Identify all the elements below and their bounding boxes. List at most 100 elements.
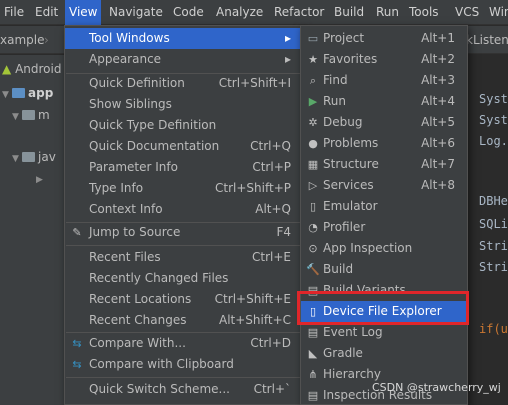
menu-item-label: Tool Windows	[89, 31, 170, 45]
chevron-down-icon: ▼	[12, 154, 19, 164]
menu-item-appearance[interactable]: Appearance ▸	[65, 49, 301, 70]
tree-label-m: m	[38, 108, 50, 122]
breadcrumb-separator-icon: ›	[44, 33, 49, 47]
tool-window-gradle[interactable]: ◣ Gradle	[301, 343, 467, 364]
menu-item-shortcut: Alt+Shift+C	[218, 313, 291, 327]
submenu-arrow-icon: ▸	[284, 31, 291, 45]
code-line: Syst	[479, 92, 508, 106]
tool-window-run[interactable]: ▶ Run Alt+4	[301, 91, 467, 112]
menu-item-type-info[interactable]: Type Info Ctrl+Shift+P	[65, 178, 301, 199]
chevron-down-icon: ▼	[2, 90, 9, 100]
tool-window-problems[interactable]: ● Problems Alt+6	[301, 133, 467, 154]
breadcrumb-item-right1[interactable]: kListen	[466, 26, 508, 54]
menu-item-label: Type Info	[89, 181, 144, 195]
folder-icon	[22, 152, 35, 162]
menu-item-label: Run	[323, 94, 347, 108]
menu-code[interactable]: Code	[169, 0, 208, 25]
menu-item-label: Build	[323, 262, 354, 276]
menu-item-label: Compare with Clipboard	[89, 357, 234, 371]
menu-item-compare-with-clipboard[interactable]: ⇆ Compare with Clipboard	[65, 354, 301, 375]
bug-icon: ✲	[308, 116, 318, 129]
star-icon: ★	[308, 53, 318, 66]
tool-window-profiler[interactable]: ◔ Profiler	[301, 217, 467, 238]
breadcrumb-item-left[interactable]: xample	[0, 26, 44, 54]
menu-tools[interactable]: Tools	[405, 0, 443, 25]
menu-vcs[interactable]: VCS	[451, 0, 483, 25]
project-view-label: Android	[15, 62, 62, 76]
menu-run[interactable]: Run	[372, 0, 403, 25]
menu-view[interactable]: View	[65, 0, 102, 25]
menu-build[interactable]: Build	[330, 0, 368, 25]
menu-item-recent-files[interactable]: Recent Files Ctrl+E	[65, 247, 301, 268]
menu-item-recently-changed-files[interactable]: Recently Changed Files	[65, 268, 301, 289]
menu-item-compare-with[interactable]: ⇆ Compare With... Ctrl+D	[65, 333, 301, 354]
menu-item-label: Favorites	[323, 52, 378, 66]
chevron-right-icon: ▶	[36, 175, 43, 185]
menu-item-show-siblings[interactable]: Show Siblings	[65, 94, 301, 115]
menu-item-recent-changes[interactable]: Recent Changes Alt+Shift+C	[65, 310, 301, 331]
code-line: Log.	[479, 134, 508, 148]
gradle-icon: ◣	[308, 347, 318, 360]
compare-icon: ⇆	[72, 337, 82, 350]
profiler-icon: ◔	[308, 221, 318, 234]
menu-item-quick-switch-scheme[interactable]: Quick Switch Scheme... Ctrl+`	[65, 379, 301, 400]
menu-refactor[interactable]: Refactor	[270, 0, 328, 25]
menu-navigate[interactable]: Navigate	[105, 0, 167, 25]
menu-item-recent-locations[interactable]: Recent Locations Ctrl+Shift+E	[65, 289, 301, 310]
android-icon: ▲	[2, 62, 12, 76]
menu-item-shortcut: Alt+8	[421, 178, 455, 192]
code-line: SQLi	[479, 217, 508, 231]
menu-item-label: Jump to Source	[89, 225, 181, 239]
tool-window-structure[interactable]: ▦ Structure Alt+7	[301, 154, 467, 175]
menu-item-shortcut: Ctrl+Q	[250, 139, 291, 153]
menu-window[interactable]: Win	[485, 0, 508, 25]
tool-window-find[interactable]: ⌕ Find Alt+3	[301, 70, 467, 91]
hierarchy-icon: ⋔	[308, 368, 318, 381]
tool-window-emulator[interactable]: ▯ Emulator	[301, 196, 467, 217]
project-view-selector[interactable]: ▲ Android	[2, 59, 61, 79]
menu-edit[interactable]: Edit	[31, 0, 62, 25]
tool-window-services[interactable]: ▷ Services Alt+8	[301, 175, 467, 196]
menu-item-label: App Inspection	[323, 241, 413, 255]
tree-row-package[interactable]: ▶	[36, 168, 46, 188]
app-inspection-icon: ⊙	[308, 242, 318, 255]
menu-item-quick-type-definition[interactable]: Quick Type Definition	[65, 115, 301, 136]
event-log-icon: ▤	[307, 326, 319, 339]
tree-row-java[interactable]: ▼ jav	[12, 147, 56, 167]
tool-window-app-inspection[interactable]: ⊙ App Inspection	[301, 238, 467, 259]
menu-file[interactable]: File	[0, 0, 28, 25]
code-line: Stri	[479, 260, 508, 274]
tool-window-event-log[interactable]: ▤ Event Log	[301, 322, 467, 343]
tool-window-build[interactable]: 🔨 Build	[301, 259, 467, 280]
menu-item-label: Parameter Info	[89, 160, 178, 174]
menu-item-parameter-info[interactable]: Parameter Info Ctrl+P	[65, 157, 301, 178]
tree-row-app[interactable]: ▼ app	[2, 83, 53, 103]
menu-item-jump-to-source[interactable]: ✎ Jump to Source F4	[65, 222, 301, 243]
chevron-down-icon: ▼	[12, 112, 19, 122]
menu-item-shortcut: Alt+2	[421, 52, 455, 66]
menu-item-label: Recently Changed Files	[89, 271, 229, 285]
tool-window-project[interactable]: ▭ Project Alt+1	[301, 28, 467, 49]
emulator-icon: ▯	[309, 200, 317, 213]
tree-row-manifests[interactable]: ▼ m	[12, 105, 50, 125]
menu-item-tool-windows[interactable]: Tool Windows ▸	[65, 28, 301, 49]
menu-item-shortcut: Ctrl+Shift+I	[218, 76, 291, 90]
menu-item-quick-documentation[interactable]: Quick Documentation Ctrl+Q	[65, 136, 301, 157]
menu-item-label: Project	[323, 31, 365, 45]
tool-window-favorites[interactable]: ★ Favorites Alt+2	[301, 49, 467, 70]
menu-item-label: Show Siblings	[89, 97, 172, 111]
structure-icon: ▦	[307, 158, 319, 171]
search-icon: ⌕	[309, 74, 317, 87]
tool-windows-submenu: ▭ Project Alt+1 ★ Favorites Alt+2 ⌕ Find…	[300, 25, 468, 405]
menu-item-shortcut: Alt+4	[421, 94, 455, 108]
menu-item-context-info[interactable]: Context Info Alt+Q	[65, 199, 301, 220]
code-line: DBHe	[479, 194, 508, 208]
menu-item-shortcut: Ctrl+`	[253, 382, 291, 396]
menu-separator	[66, 377, 300, 378]
tool-window-debug[interactable]: ✲ Debug Alt+5	[301, 112, 467, 133]
services-icon: ▷	[308, 179, 318, 192]
highlight-box	[297, 291, 469, 325]
menu-item-shortcut: Ctrl+Shift+E	[214, 292, 291, 306]
menu-item-quick-definition[interactable]: Quick Definition Ctrl+Shift+I	[65, 73, 301, 94]
menu-analyze[interactable]: Analyze	[212, 0, 267, 25]
